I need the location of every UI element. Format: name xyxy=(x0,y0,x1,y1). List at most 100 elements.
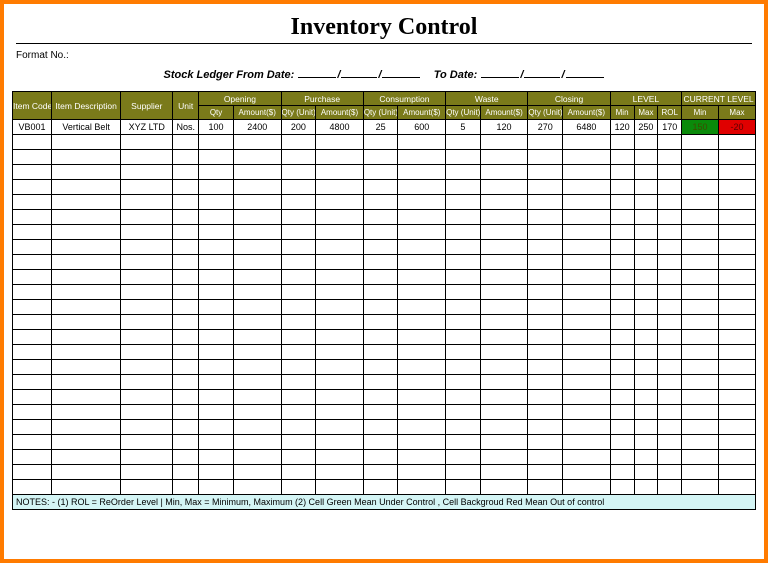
empty-cell[interactable] xyxy=(281,315,316,330)
empty-cell[interactable] xyxy=(316,300,364,315)
empty-cell[interactable] xyxy=(121,345,173,360)
empty-cell[interactable] xyxy=(563,465,611,480)
empty-cell[interactable] xyxy=(281,420,316,435)
empty-cell[interactable] xyxy=(173,405,199,420)
empty-cell[interactable] xyxy=(446,480,481,495)
empty-cell[interactable] xyxy=(51,165,120,180)
empty-cell[interactable] xyxy=(658,300,682,315)
empty-cell[interactable] xyxy=(173,285,199,300)
empty-cell[interactable] xyxy=(233,435,281,450)
empty-cell[interactable] xyxy=(446,225,481,240)
empty-cell[interactable] xyxy=(563,210,611,225)
empty-cell[interactable] xyxy=(610,405,634,420)
empty-cell[interactable] xyxy=(199,255,234,270)
empty-cell[interactable] xyxy=(658,270,682,285)
empty-cell[interactable] xyxy=(173,300,199,315)
empty-cell[interactable] xyxy=(51,195,120,210)
empty-cell[interactable] xyxy=(682,210,719,225)
empty-cell[interactable] xyxy=(363,345,398,360)
empty-cell[interactable] xyxy=(634,450,658,465)
empty-cell[interactable] xyxy=(718,450,755,465)
cell-cur-min[interactable]: 150 xyxy=(682,120,719,135)
empty-cell[interactable] xyxy=(363,315,398,330)
empty-cell[interactable] xyxy=(121,135,173,150)
empty-cell[interactable] xyxy=(173,165,199,180)
empty-cell[interactable] xyxy=(528,465,563,480)
empty-cell[interactable] xyxy=(281,135,316,150)
empty-cell[interactable] xyxy=(363,165,398,180)
cell-purchase-qty[interactable]: 200 xyxy=(281,120,316,135)
empty-cell[interactable] xyxy=(13,360,52,375)
empty-cell[interactable] xyxy=(634,255,658,270)
empty-cell[interactable] xyxy=(363,135,398,150)
empty-cell[interactable] xyxy=(199,195,234,210)
empty-cell[interactable] xyxy=(316,405,364,420)
empty-cell[interactable] xyxy=(121,165,173,180)
empty-cell[interactable] xyxy=(363,420,398,435)
empty-cell[interactable] xyxy=(563,195,611,210)
empty-cell[interactable] xyxy=(398,375,446,390)
cell-lvl-max[interactable]: 250 xyxy=(634,120,658,135)
empty-cell[interactable] xyxy=(121,300,173,315)
cell-waste-amt[interactable]: 120 xyxy=(480,120,528,135)
empty-cell[interactable] xyxy=(281,360,316,375)
empty-cell[interactable] xyxy=(316,150,364,165)
empty-cell[interactable] xyxy=(682,135,719,150)
empty-cell[interactable] xyxy=(363,390,398,405)
empty-cell[interactable] xyxy=(718,255,755,270)
empty-cell[interactable] xyxy=(233,405,281,420)
empty-cell[interactable] xyxy=(199,150,234,165)
empty-cell[interactable] xyxy=(281,285,316,300)
empty-cell[interactable] xyxy=(51,450,120,465)
empty-cell[interactable] xyxy=(480,420,528,435)
empty-cell[interactable] xyxy=(480,450,528,465)
empty-cell[interactable] xyxy=(363,330,398,345)
empty-cell[interactable] xyxy=(563,450,611,465)
empty-cell[interactable] xyxy=(199,165,234,180)
empty-cell[interactable] xyxy=(718,480,755,495)
empty-cell[interactable] xyxy=(199,405,234,420)
empty-cell[interactable] xyxy=(233,360,281,375)
empty-cell[interactable] xyxy=(13,465,52,480)
empty-cell[interactable] xyxy=(398,150,446,165)
empty-cell[interactable] xyxy=(173,225,199,240)
empty-cell[interactable] xyxy=(610,420,634,435)
empty-cell[interactable] xyxy=(610,375,634,390)
empty-cell[interactable] xyxy=(480,240,528,255)
empty-cell[interactable] xyxy=(446,165,481,180)
empty-cell[interactable] xyxy=(173,255,199,270)
empty-cell[interactable] xyxy=(316,420,364,435)
empty-cell[interactable] xyxy=(233,375,281,390)
empty-cell[interactable] xyxy=(718,375,755,390)
empty-cell[interactable] xyxy=(51,330,120,345)
empty-cell[interactable] xyxy=(199,315,234,330)
empty-cell[interactable] xyxy=(51,180,120,195)
empty-cell[interactable] xyxy=(398,465,446,480)
empty-cell[interactable] xyxy=(51,210,120,225)
empty-cell[interactable] xyxy=(121,450,173,465)
empty-cell[interactable] xyxy=(121,270,173,285)
empty-cell[interactable] xyxy=(316,375,364,390)
empty-cell[interactable] xyxy=(398,345,446,360)
empty-cell[interactable] xyxy=(563,285,611,300)
empty-cell[interactable] xyxy=(718,195,755,210)
empty-cell[interactable] xyxy=(634,420,658,435)
empty-cell[interactable] xyxy=(398,315,446,330)
empty-cell[interactable] xyxy=(658,165,682,180)
empty-cell[interactable] xyxy=(51,135,120,150)
cell-supplier[interactable]: XYZ LTD xyxy=(121,120,173,135)
empty-cell[interactable] xyxy=(480,405,528,420)
empty-cell[interactable] xyxy=(233,165,281,180)
from-date-blank-1[interactable] xyxy=(298,67,336,78)
empty-cell[interactable] xyxy=(398,480,446,495)
empty-cell[interactable] xyxy=(446,375,481,390)
empty-cell[interactable] xyxy=(121,480,173,495)
empty-cell[interactable] xyxy=(480,315,528,330)
empty-cell[interactable] xyxy=(528,195,563,210)
empty-cell[interactable] xyxy=(51,285,120,300)
empty-cell[interactable] xyxy=(682,165,719,180)
empty-cell[interactable] xyxy=(658,180,682,195)
empty-cell[interactable] xyxy=(173,345,199,360)
empty-cell[interactable] xyxy=(398,420,446,435)
empty-cell[interactable] xyxy=(446,195,481,210)
